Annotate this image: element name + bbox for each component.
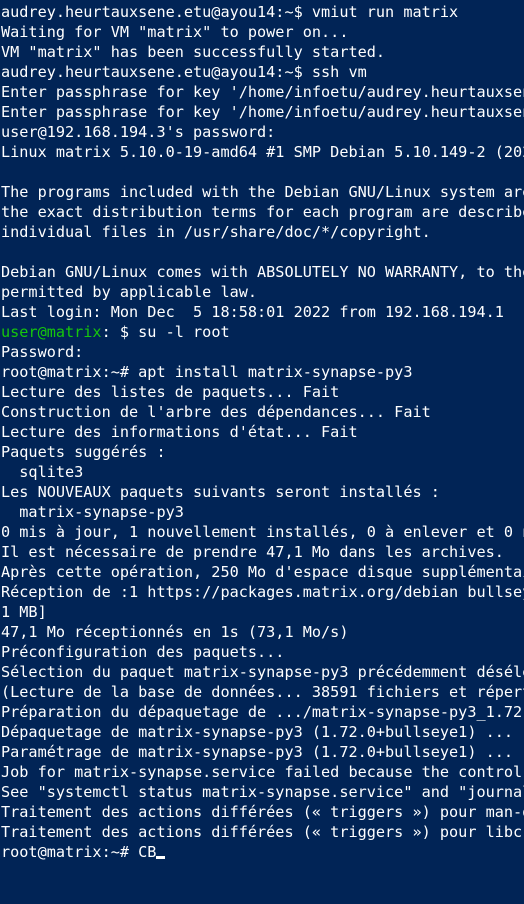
terminal-line: Paramétrage de matrix-synapse-py3 (1.72.… (1, 743, 514, 761)
typed-command[interactable]: CB (138, 843, 156, 861)
terminal-line: Réception de :1 https://packages.matrix.… (1, 583, 524, 601)
terminal-line: (Lecture de la base de données... 38591 … (1, 683, 524, 701)
terminal-line: Les NOUVEAUX paquets suivants seront ins… (1, 483, 440, 501)
terminal-line: Construction de l'arbre des dépendances.… (1, 403, 431, 421)
terminal-line: 1 MB] (1, 603, 47, 621)
terminal-line: Password: (1, 343, 84, 361)
terminal-line: Job for matrix-synapse.service failed be… (1, 763, 524, 781)
terminal-line: Préconfiguration des paquets... (1, 643, 285, 661)
terminal-line: audrey.heurtauxsene.etu@ayou14:~$ ssh vm (1, 63, 367, 81)
terminal-line: Sélection du paquet matrix-synapse-py3 p… (1, 663, 524, 681)
terminal-prompt-line: user@matrix: $ su -l root (1, 322, 524, 342)
terminal-line: The programs included with the Debian GN… (1, 183, 524, 201)
terminal-line: Dépaquetage de matrix-synapse-py3 (1.72.… (1, 723, 514, 741)
terminal-line: Enter passphrase for key '/home/infoetu/… (1, 103, 524, 121)
terminal-input-line[interactable]: root@matrix:~# CB (1, 842, 524, 862)
text-cursor (156, 856, 166, 859)
prompt-user-host: user@matrix (1, 323, 102, 341)
terminal-line: user@192.168.194.3's password: (1, 123, 276, 141)
terminal-line: root@matrix:~# apt install matrix-synaps… (1, 363, 413, 381)
input-prompt: root@matrix:~# (1, 843, 139, 861)
terminal-line: Lecture des listes de paquets... Fait (1, 383, 340, 401)
terminal-line: Waiting for VM "matrix" to power on... (1, 23, 349, 41)
terminal-line: Traitement des actions différées (« trig… (1, 803, 524, 821)
terminal-line: Last login: Mon Dec 5 18:58:01 2022 from… (1, 303, 504, 321)
terminal-window[interactable]: audrey.heurtauxsene.etu@ayou14:~$ vmiut … (0, 0, 524, 904)
terminal-line: Paquets suggérés : (1, 443, 166, 461)
terminal-line: 47,1 Mo réceptionnés en 1s (73,1 Mo/s) (1, 623, 349, 641)
terminal-line: audrey.heurtauxsene.etu@ayou14:~$ vmiut … (1, 3, 459, 21)
terminal-line: the exact distribution terms for each pr… (1, 203, 524, 221)
terminal-line: Préparation du dépaquetage de .../matrix… (1, 703, 524, 721)
prompt-command: : $ su -l root (101, 323, 230, 341)
terminal-line: VM "matrix" has been successfully starte… (1, 43, 386, 61)
terminal-line: Enter passphrase for key '/home/infoetu/… (1, 83, 524, 101)
terminal-line: Linux matrix 5.10.0-19-amd64 #1 SMP Debi… (1, 143, 524, 161)
terminal-line: Après cette opération, 250 Mo d'espace d… (1, 563, 524, 581)
terminal-line: Il est nécessaire de prendre 47,1 Mo dan… (1, 543, 504, 561)
terminal-line: See "systemctl status matrix-synapse.ser… (1, 783, 524, 801)
terminal-line: sqlite3 (1, 463, 84, 481)
terminal-line: individual files in /usr/share/doc/*/cop… (1, 223, 431, 241)
terminal-output: audrey.heurtauxsene.etu@ayou14:~$ vmiut … (1, 2, 524, 862)
terminal-line: Traitement des actions différées (« trig… (1, 823, 524, 841)
terminal-line: permitted by applicable law. (1, 283, 258, 301)
terminal-line: matrix-synapse-py3 (1, 503, 184, 521)
terminal-line: Lecture des informations d'état... Fait (1, 423, 358, 441)
terminal-line: 0 mis à jour, 1 nouvellement installés, … (1, 523, 524, 541)
terminal-line: Debian GNU/Linux comes with ABSOLUTELY N… (1, 263, 524, 281)
